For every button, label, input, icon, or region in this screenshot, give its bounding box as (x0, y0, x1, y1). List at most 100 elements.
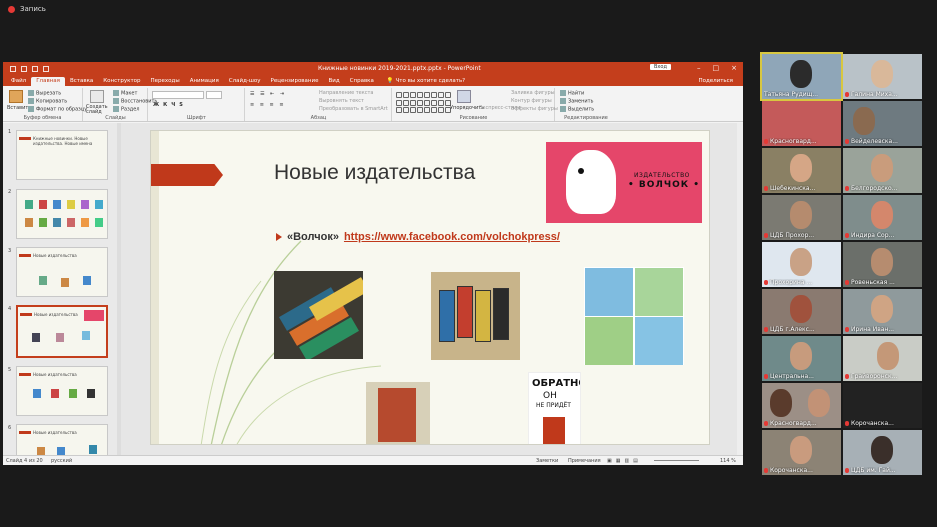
undo-icon[interactable] (21, 65, 27, 72)
slide-thumbnail-2[interactable] (16, 189, 108, 239)
slide-thumbnail-5[interactable]: Новые издательства (16, 366, 108, 416)
copy-button[interactable]: Копировать (28, 98, 67, 105)
tab-animations[interactable]: Анимация (185, 77, 224, 86)
slide-title[interactable]: Новые издательства (274, 161, 475, 185)
participant-tile[interactable]: Красногвард... (762, 101, 841, 146)
tab-review[interactable]: Рецензирование (266, 77, 324, 86)
wolf-icon (566, 150, 616, 214)
tab-home[interactable]: Главная (31, 77, 65, 86)
clipboard-group-label: Буфер обмена (23, 115, 62, 121)
tab-design[interactable]: Конструктор (98, 77, 145, 86)
list-buttons[interactable]: ☰ ☰ ⇤ ⇥ (250, 91, 286, 97)
participant-tile[interactable]: ЦДБ им. Гай... (843, 430, 922, 475)
participant-tile[interactable]: Белгородско... (843, 148, 922, 193)
paste-icon (9, 90, 23, 103)
shape-effects-button[interactable]: Эффекты фигуры (511, 106, 558, 112)
close-icon[interactable]: × (731, 64, 737, 72)
start-slideshow-icon[interactable] (43, 65, 49, 72)
participant-tile[interactable]: Корочанска... (843, 383, 922, 428)
tab-insert[interactable]: Вставка (65, 77, 98, 86)
participant-tile[interactable]: ЦДБ Прохор... (762, 195, 841, 240)
participant-video (871, 201, 893, 229)
replace-button[interactable]: Заменить (560, 98, 594, 105)
notes-button[interactable]: Заметки (536, 458, 558, 464)
new-slide-button[interactable]: Создать слайд (86, 105, 112, 115)
comments-button[interactable]: Примечания (568, 458, 601, 464)
select-icon (560, 106, 566, 112)
current-slide[interactable]: Новые издательства «Волчок» https://www.… (150, 130, 710, 445)
maximize-icon[interactable]: □ (713, 64, 720, 72)
font-name-box[interactable] (152, 91, 204, 99)
book5-title-1: ОБРАТНО (532, 378, 580, 389)
slide-scrollbar[interactable] (737, 123, 743, 455)
save-icon[interactable] (10, 65, 16, 72)
font-style-buttons[interactable]: ЖКЧS (153, 102, 187, 108)
zoom-slider[interactable] (654, 460, 699, 461)
shape-fill-button[interactable]: Заливка фигуры (511, 90, 555, 96)
view-buttons[interactable]: ▣▦▥▤ (607, 458, 642, 464)
slide-thumbnail-1[interactable]: Книжные новинки. Новые издательства. Нов… (16, 130, 108, 180)
participant-tile[interactable]: Корочанска... (762, 430, 841, 475)
participant-tile[interactable]: Центральна... (762, 336, 841, 381)
format-painter-button[interactable]: Формат по образцу (28, 106, 87, 113)
tab-slideshow[interactable]: Слайд-шоу (224, 77, 266, 86)
tab-help[interactable]: Справка (345, 77, 379, 86)
slide-thumbnail-4[interactable]: Новые издательства (16, 305, 108, 358)
participant-tile[interactable]: ЦДБ г.Алекс... (762, 289, 841, 334)
tab-transitions[interactable]: Переходы (146, 77, 185, 86)
mic-muted-icon (845, 92, 849, 97)
book-photo-2[interactable] (431, 272, 520, 360)
text-direction-button[interactable]: Направление текста (319, 90, 373, 96)
language-indicator[interactable]: русский (51, 458, 72, 464)
section-button[interactable]: Раздел (113, 106, 139, 113)
align-text-button[interactable]: Выровнять текст (319, 98, 364, 104)
section-label: Раздел (121, 106, 140, 113)
participant-video (790, 436, 812, 464)
participant-video (808, 389, 830, 417)
participant-tile[interactable]: Индира Сор... (843, 195, 922, 240)
minimize-icon[interactable]: – (697, 64, 701, 72)
slide-thumbnail-6[interactable]: Новые издательства (16, 424, 108, 455)
participant-tile[interactable]: Вейделевска... (843, 101, 922, 146)
smartart-button[interactable]: Преобразовать в SmartArt (319, 106, 388, 112)
layout-button[interactable]: Макет (113, 90, 137, 97)
participant-tile[interactable]: Ровеньская ... (843, 242, 922, 287)
participant-tile[interactable]: Шебекинска... (762, 148, 841, 193)
title-bar: Книжные новинки 2019-2021.pptx.pptx - Po… (3, 62, 743, 75)
book-photo-3[interactable] (584, 267, 684, 365)
tab-view[interactable]: Вид (323, 77, 344, 86)
slide-thumbnail-3[interactable]: Новые издательства (16, 247, 108, 297)
mic-muted-icon (845, 233, 849, 238)
participant-tile[interactable]: Ирина Иван... (843, 289, 922, 334)
cut-button[interactable]: Вырезать (28, 90, 61, 97)
reset-icon (113, 98, 119, 104)
book-photo-1[interactable] (274, 271, 363, 359)
shapes-gallery[interactable] (396, 92, 451, 114)
book-photo-4[interactable] (366, 382, 430, 444)
zoom-level[interactable]: 114 % (720, 458, 736, 464)
group-font: ЖКЧS Шрифт (149, 88, 245, 121)
signin-button[interactable]: Вход (650, 64, 671, 70)
participant-tile[interactable]: Грайворонск... (843, 336, 922, 381)
thumb-title: Новые издательства (33, 430, 77, 435)
thumb-title: Книжные новинки. Новые издательства. Нов… (33, 136, 93, 146)
select-button[interactable]: Выделить (560, 106, 594, 113)
book-cover-5[interactable]: ОБРАТНО ОН НЕ ПРИДЁТ (528, 372, 581, 444)
find-button[interactable]: Найти (560, 90, 584, 97)
participant-video (871, 154, 893, 182)
participant-tile[interactable]: Татьяна Рудищ... (760, 52, 843, 101)
participant-video (871, 60, 893, 88)
volchok-logo-image[interactable]: ИЗДАТЕЛЬСТВО • ВОЛЧОК • (546, 142, 702, 223)
publisher-link[interactable]: https://www.facebook.com/volchokpress/ (344, 231, 560, 243)
participant-tile[interactable]: Прохорина ... (762, 242, 841, 287)
share-button[interactable]: Поделиться (698, 78, 733, 84)
font-size-box[interactable] (206, 91, 222, 99)
redo-icon[interactable] (32, 65, 38, 72)
align-buttons[interactable]: ≡ ≡ ≡ ≡ (250, 102, 286, 108)
participant-tile[interactable]: Галина Миха... (843, 54, 922, 99)
tell-me-search[interactable]: 💡 Что вы хотите сделать? (387, 78, 465, 86)
publisher-bullet[interactable]: «Волчок» https://www.facebook.com/volcho… (276, 231, 560, 243)
tab-file[interactable]: Файл (6, 77, 31, 86)
participant-tile[interactable]: Красногвард... (762, 383, 841, 428)
shape-outline-button[interactable]: Контур фигуры (511, 98, 552, 104)
